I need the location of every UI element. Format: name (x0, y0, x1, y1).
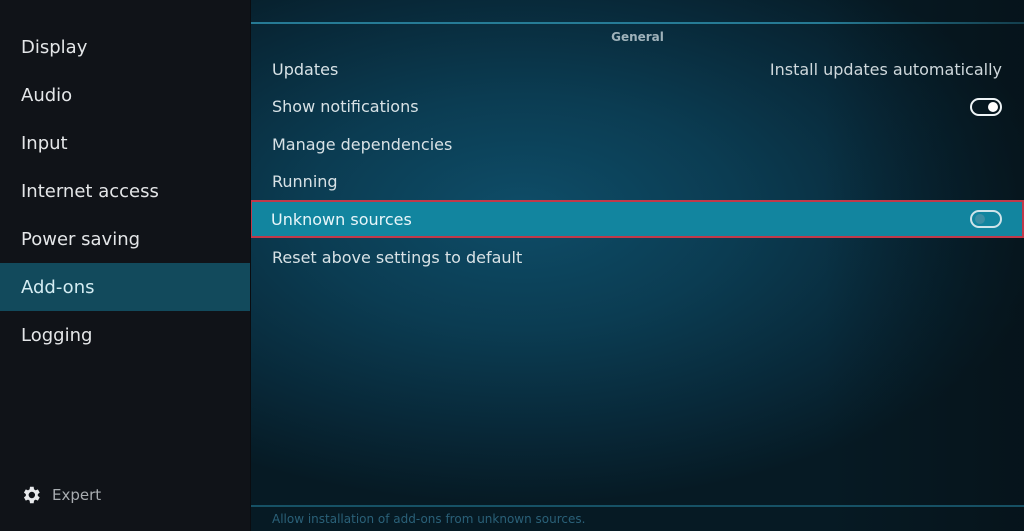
settings-level-label: Expert (52, 486, 102, 504)
setting-running[interactable]: Running (251, 163, 1024, 200)
show-notifications-toggle[interactable] (970, 97, 1002, 116)
sidebar-item-add-ons[interactable]: Add-ons (0, 263, 250, 311)
setting-label: Manage dependencies (272, 135, 453, 154)
setting-reset-defaults[interactable]: Reset above settings to default (251, 239, 1024, 276)
setting-manage-dependencies[interactable]: Manage dependencies (251, 126, 1024, 163)
setting-label: Reset above settings to default (272, 248, 523, 267)
sidebar-item-label: Input (21, 132, 68, 154)
bottom-divider (251, 505, 1024, 507)
setting-unknown-sources[interactable]: Unknown sources (251, 200, 1024, 238)
settings-sidebar: Display Audio Input Internet access Powe… (0, 0, 250, 531)
settings-panel: General Updates Install updates automati… (251, 0, 1024, 531)
settings-level-button[interactable]: Expert (20, 483, 101, 507)
setting-label: Unknown sources (271, 209, 412, 229)
section-title: General (611, 30, 664, 44)
unknown-sources-toggle[interactable] (970, 210, 1002, 228)
sidebar-item-internet-access[interactable]: Internet access (0, 167, 250, 215)
sidebar-item-logging[interactable]: Logging (0, 311, 250, 359)
sidebar-item-label: Power saving (21, 228, 141, 250)
toggle-knob (975, 214, 985, 224)
sidebar-item-label: Add-ons (21, 276, 95, 298)
sidebar-item-input[interactable]: Input (0, 119, 250, 167)
setting-label: Show notifications (272, 97, 419, 116)
setting-value: Install updates automatically (769, 60, 1002, 79)
sidebar-item-audio[interactable]: Audio (0, 71, 250, 119)
sidebar-item-power-saving[interactable]: Power saving (0, 215, 250, 263)
sidebar-item-label: Logging (21, 324, 93, 346)
sidebar-item-label: Internet access (21, 180, 159, 202)
sidebar-item-label: Display (21, 36, 88, 58)
sidebar-item-display[interactable]: Display (0, 23, 250, 71)
setting-updates[interactable]: Updates Install updates automatically (251, 51, 1024, 88)
setting-label: Running (272, 172, 338, 191)
toggle-knob (988, 101, 998, 112)
setting-show-notifications[interactable]: Show notifications (251, 88, 1024, 125)
sidebar-item-label: Audio (21, 84, 73, 106)
setting-help-text: Allow installation of add-ons from unkno… (272, 512, 586, 526)
top-divider (251, 22, 1024, 24)
gear-icon (23, 486, 40, 504)
setting-label: Updates (272, 60, 339, 79)
